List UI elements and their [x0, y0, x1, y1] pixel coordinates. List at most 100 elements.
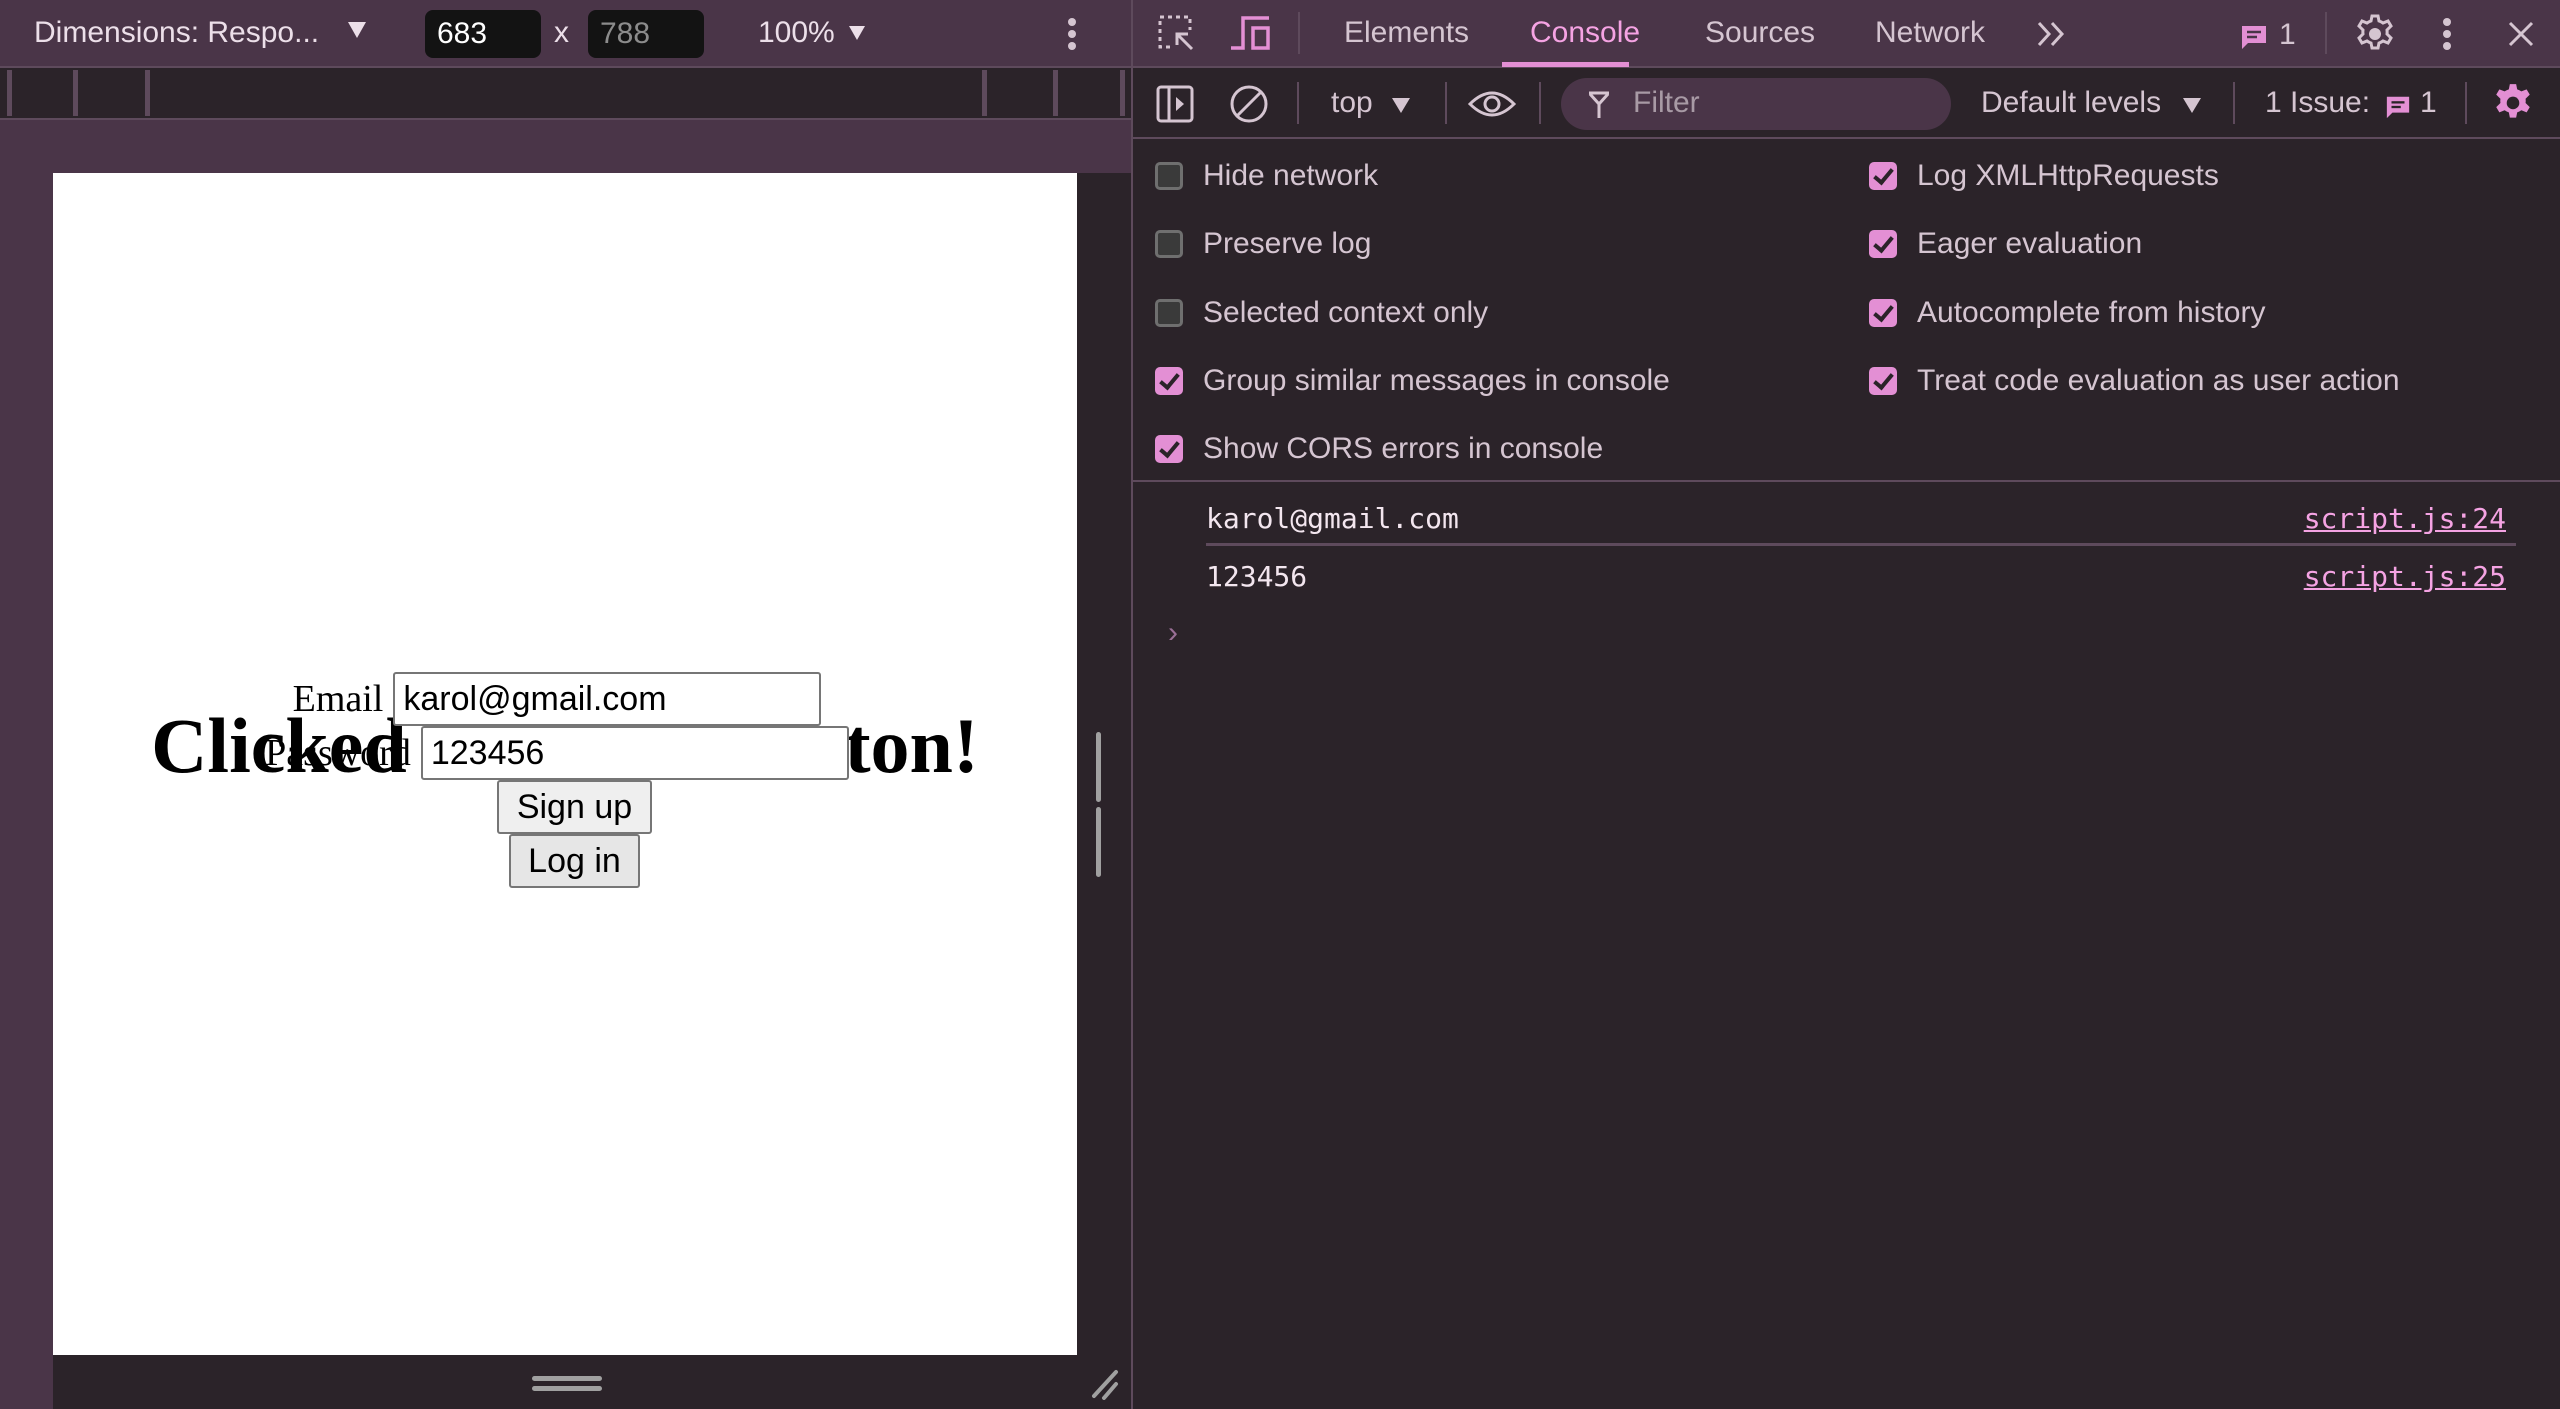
separator	[1539, 82, 1541, 124]
ruler-tick	[145, 70, 150, 116]
setting-preserve-log[interactable]: Preserve log	[1155, 227, 1371, 261]
device-toolbar: Dimensions: Respo... 683 x 788 100%	[0, 0, 1131, 68]
devtools-more-icon[interactable]	[2439, 18, 2455, 52]
console-message-text: karol@gmail.com	[1206, 502, 1459, 535]
password-label: Password	[265, 732, 411, 774]
separator	[2233, 82, 2235, 124]
console-source-link[interactable]: script.js:24	[2304, 502, 2506, 535]
email-label: Email	[292, 678, 384, 720]
levels-caret-icon[interactable]	[2183, 98, 2201, 113]
resize-handle-horizontal[interactable]	[532, 1376, 602, 1394]
console-source-link[interactable]: script.js:25	[2304, 560, 2506, 593]
email-row: Email	[45, 672, 1069, 726]
issues-badge-count[interactable]: 1	[2279, 18, 2296, 52]
separator	[1445, 82, 1447, 124]
ruler-tick	[982, 70, 987, 116]
checkbox[interactable]	[1869, 299, 1897, 327]
setting-group-similar[interactable]: Group similar messages in console	[1155, 364, 1670, 398]
ruler-tick	[1053, 70, 1058, 116]
setting-label: Autocomplete from history	[1917, 296, 2266, 329]
dimension-separator: x	[554, 16, 569, 49]
checkbox[interactable]	[1155, 299, 1183, 327]
setting-label: Preserve log	[1203, 227, 1372, 260]
context-caret-icon[interactable]	[1392, 98, 1410, 113]
inspect-element-icon[interactable]	[1157, 14, 1197, 54]
setting-label: Treat code evaluation as user action	[1917, 364, 2400, 397]
console-settings-gear-icon[interactable]	[2491, 82, 2535, 126]
checkbox[interactable]	[1869, 367, 1897, 395]
setting-label: Group similar messages in console	[1203, 364, 1670, 397]
ruler-tick	[1120, 70, 1125, 116]
issues-message-icon[interactable]	[2385, 94, 2411, 120]
active-tab-indicator	[1502, 62, 1629, 67]
setting-autocomplete-history[interactable]: Autocomplete from history	[1869, 296, 2265, 330]
setting-label: Eager evaluation	[1917, 227, 2143, 260]
console-prompt-icon[interactable]: ›	[1168, 616, 1178, 650]
separator	[2465, 82, 2467, 124]
ruler-tick	[7, 70, 12, 116]
console-settings: Hide network Preserve log Selected conte…	[1133, 139, 2560, 482]
resize-handle-vertical[interactable]	[1096, 732, 1112, 877]
settings-gear-icon[interactable]	[2354, 13, 2396, 55]
tab-elements[interactable]: Elements	[1344, 16, 1469, 50]
issues-message-icon[interactable]	[2240, 24, 2268, 50]
setting-label: Selected context only	[1203, 296, 1489, 329]
console-message-text: 123456	[1206, 560, 1308, 593]
email-input[interactable]	[393, 672, 822, 726]
setting-treat-as-user-action[interactable]: Treat code evaluation as user action	[1869, 364, 2400, 398]
emulated-viewport: Clicked on log in button! Email Password…	[53, 173, 1077, 1355]
browser-window: Dimensions: Respo... 683 x 788 100% Clic…	[0, 0, 2560, 1409]
dimensions-dropdown[interactable]: Dimensions: Respo...	[34, 16, 319, 50]
checkbox[interactable]	[1155, 367, 1183, 395]
zoom-dropdown[interactable]: 100%	[758, 16, 835, 50]
checkbox[interactable]	[1155, 435, 1183, 463]
checkbox[interactable]	[1869, 230, 1897, 258]
setting-label: Hide network	[1203, 159, 1379, 192]
console-filter-input[interactable]: Filter	[1561, 78, 1951, 130]
ruler-tick	[73, 70, 78, 116]
separator	[1298, 12, 1300, 54]
log-levels-dropdown[interactable]: Default levels	[1981, 86, 2161, 120]
dimensions-caret-icon[interactable]	[348, 22, 366, 38]
setting-selected-context-only[interactable]: Selected context only	[1155, 296, 1488, 330]
signup-button[interactable]: Sign up	[497, 780, 652, 834]
issues-link[interactable]: 1 Issue:	[2265, 86, 2370, 120]
issues-count[interactable]: 1	[2420, 86, 2437, 120]
device-toolbar-icon[interactable]	[1229, 14, 1273, 54]
separator	[1297, 82, 1299, 124]
setting-eager-evaluation[interactable]: Eager evaluation	[1869, 227, 2142, 261]
chevron-double-right-icon[interactable]	[2035, 20, 2069, 48]
separator	[2325, 12, 2327, 54]
tab-console[interactable]: Console	[1530, 16, 1640, 50]
setting-label: Log XMLHttpRequests	[1917, 159, 2219, 192]
live-expression-eye-icon[interactable]	[1467, 86, 1517, 122]
kebab-vertical-icon[interactable]	[1064, 18, 1080, 52]
filter-placeholder: Filter	[1633, 86, 1700, 119]
console-message: karol@gmail.com script.js:24	[1206, 490, 2516, 546]
console-message: 123456 script.js:25	[1206, 548, 2516, 604]
clear-console-icon[interactable]	[1228, 83, 1270, 125]
media-query-ruler[interactable]	[0, 68, 1131, 120]
checkbox[interactable]	[1155, 230, 1183, 258]
console-toolbar: top Filter Default levels 1 Issue: 1	[1133, 68, 2560, 139]
checkbox[interactable]	[1869, 162, 1897, 190]
tab-sources[interactable]: Sources	[1705, 16, 1815, 50]
setting-show-cors-errors[interactable]: Show CORS errors in console	[1155, 432, 1603, 466]
setting-label: Show CORS errors in console	[1203, 432, 1604, 465]
checkbox[interactable]	[1155, 162, 1183, 190]
setting-hide-network[interactable]: Hide network	[1155, 159, 1378, 193]
context-selector[interactable]: top	[1331, 86, 1373, 120]
login-button[interactable]: Log in	[509, 834, 640, 888]
close-icon[interactable]	[2507, 20, 2535, 48]
setting-log-xhr[interactable]: Log XMLHttpRequests	[1869, 159, 2219, 193]
tab-network[interactable]: Network	[1875, 16, 1985, 50]
password-input[interactable]	[420, 726, 849, 780]
viewport-height-input[interactable]: 788	[588, 10, 704, 58]
sidebar-toggle-icon[interactable]	[1155, 84, 1195, 124]
resize-corner-icon[interactable]	[1090, 1366, 1120, 1400]
devtools-panel: Elements Console Sources Network 1 top F…	[1131, 0, 2560, 1409]
password-row: Password	[45, 726, 1069, 780]
zoom-caret-icon[interactable]	[849, 26, 865, 40]
devtools-tabbar: Elements Console Sources Network 1	[1133, 0, 2560, 68]
viewport-width-input[interactable]: 683	[425, 10, 541, 58]
